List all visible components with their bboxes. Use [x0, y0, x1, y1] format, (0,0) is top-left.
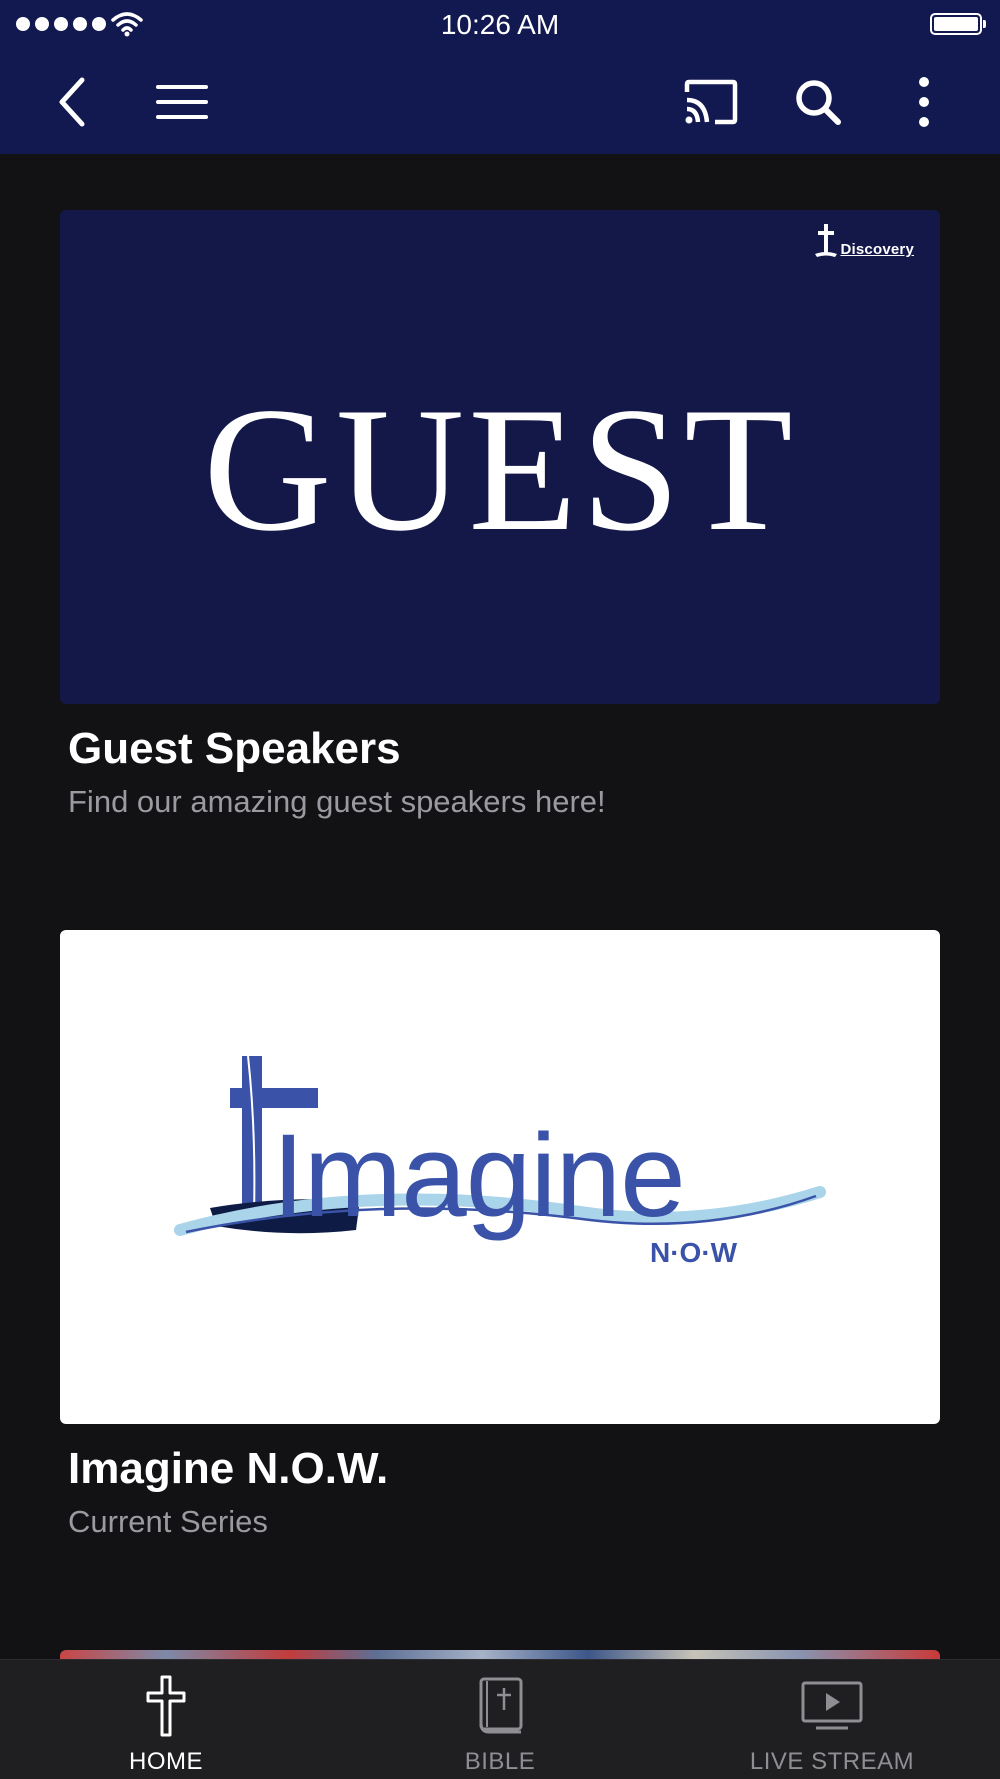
cross-icon	[146, 1675, 186, 1737]
imagine-now-image[interactable]: Imagine N·O·W	[60, 930, 940, 1424]
bottom-tab-bar: HOME BIBLE LIVE STREAM	[0, 1659, 1000, 1779]
search-button[interactable]	[784, 68, 852, 136]
hamburger-menu-icon	[156, 85, 208, 119]
content-feed: Discovery GUEST Guest Speakers Find our …	[0, 154, 1000, 1659]
card-subtitle: Current Series	[68, 1504, 268, 1539]
bible-icon	[479, 1677, 523, 1734]
guest-speakers-image[interactable]: Discovery GUEST	[60, 210, 940, 704]
guest-image-text: GUEST	[203, 370, 797, 568]
tab-label: BIBLE	[464, 1748, 536, 1775]
more-vertical-icon	[919, 77, 929, 127]
chevron-left-icon	[59, 77, 85, 127]
tab-home[interactable]: HOME	[80, 1660, 252, 1779]
discovery-logo: Discovery	[815, 222, 914, 258]
imagine-logo-word: Imagine	[272, 1110, 685, 1242]
imagine-logo-subtext: N·O·W	[650, 1237, 738, 1268]
more-options-button[interactable]	[890, 68, 958, 136]
tab-bible[interactable]: BIBLE	[414, 1660, 586, 1779]
status-bar: 10:26 AM	[0, 0, 1000, 50]
tab-label: LIVE STREAM	[749, 1748, 915, 1775]
imagine-now-logo: Imagine N·O·W	[174, 1055, 826, 1268]
tab-live-stream[interactable]: LIVE STREAM	[732, 1660, 932, 1779]
discovery-logo-text: Discovery	[840, 241, 914, 258]
back-button[interactable]	[40, 68, 108, 136]
cast-icon	[684, 79, 738, 125]
play-screen-icon	[801, 1681, 863, 1730]
cross-icon	[815, 224, 838, 257]
tab-label: HOME	[129, 1748, 203, 1775]
status-time: 10:26 AM	[440, 9, 560, 40]
card-subtitle: Find our amazing guest speakers here!	[68, 784, 606, 819]
battery-icon	[930, 13, 986, 35]
cast-button[interactable]	[676, 68, 744, 136]
search-icon	[796, 80, 841, 125]
card-title[interactable]: Imagine N.O.W.	[68, 1444, 388, 1494]
card-title[interactable]: Guest Speakers	[68, 724, 401, 774]
next-card-image-partial[interactable]	[60, 1650, 940, 1659]
top-toolbar	[0, 50, 1000, 154]
menu-button[interactable]	[148, 68, 216, 136]
